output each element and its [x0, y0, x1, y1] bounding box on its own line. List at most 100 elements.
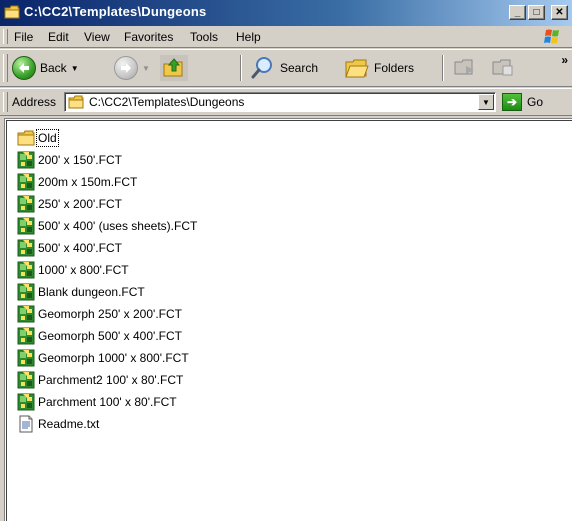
toolbar-separator	[240, 55, 242, 81]
menu-tools[interactable]: Tools	[190, 30, 218, 44]
minimize-icon: _	[514, 6, 521, 18]
file-name: Old	[36, 129, 59, 147]
back-dropdown-icon[interactable]: ▼	[71, 64, 79, 73]
fct-file-icon	[17, 261, 35, 279]
explorer-window: C:\CC2\Templates\Dungeons _ □ ✕ File Edi…	[0, 0, 572, 521]
back-button[interactable]: Back ▼	[12, 54, 79, 82]
maximize-icon: □	[533, 6, 540, 18]
file-list-item[interactable]: 500' x 400'.FCT	[17, 237, 198, 259]
menu-edit[interactable]: Edit	[48, 30, 69, 44]
menu-bar: File Edit View Favorites Tools Help	[0, 26, 572, 48]
file-list: Old 200' x 150'.FCT 200m x 150m.FCT 250' x …	[17, 127, 198, 435]
standard-toolbar: Back ▼ ▼ Search Folders »	[0, 49, 572, 87]
file-list-item[interactable]: 500' x 400' (uses sheets).FCT	[17, 215, 198, 237]
menu-view[interactable]: View	[84, 30, 110, 44]
up-folder-button[interactable]	[160, 54, 188, 82]
fct-file-icon	[17, 283, 35, 301]
file-list-item[interactable]: 250' x 200'.FCT	[17, 193, 198, 215]
folders-label: Folders	[374, 61, 415, 75]
menu-help[interactable]: Help	[236, 30, 261, 44]
address-value: C:\CC2\Templates\Dungeons	[89, 95, 245, 109]
folders-icon	[345, 59, 369, 78]
file-name: 200' x 150'.FCT	[38, 153, 122, 167]
address-bar: Address C:\CC2\Templates\Dungeons ▼ ➔ Go	[0, 88, 572, 116]
file-list-item[interactable]: 1000' x 800'.FCT	[17, 259, 198, 281]
file-name: 1000' x 800'.FCT	[38, 263, 129, 277]
copy-to-icon	[492, 59, 513, 76]
menu-file[interactable]: File	[14, 30, 33, 44]
fct-file-icon	[17, 305, 35, 323]
folder-icon	[4, 5, 20, 19]
file-list-item[interactable]: Parchment 100' x 80'.FCT	[17, 391, 198, 413]
caption-buttons: _ □ ✕	[509, 5, 568, 20]
toolbar-overflow-chevron-icon[interactable]: »	[561, 53, 568, 67]
close-button[interactable]: ✕	[551, 5, 568, 20]
forward-dropdown-icon[interactable]: ▼	[142, 64, 150, 73]
fct-file-icon	[17, 195, 35, 213]
window-title: C:\CC2\Templates\Dungeons	[24, 4, 207, 19]
up-folder-icon	[160, 55, 188, 81]
back-arrow-icon	[12, 56, 36, 80]
text-file-icon	[17, 415, 35, 433]
go-label: Go	[527, 95, 544, 109]
move-to-button[interactable]	[452, 54, 478, 82]
file-name: Geomorph 1000' x 800'.FCT	[38, 351, 189, 365]
address-grip[interactable]	[3, 92, 8, 112]
file-name: 500' x 400'.FCT	[38, 241, 122, 255]
file-name: 500' x 400' (uses sheets).FCT	[38, 219, 198, 233]
menu-favorites-label: Favorites	[124, 30, 174, 44]
fct-file-icon	[17, 173, 35, 191]
file-name: Geomorph 250' x 200'.FCT	[38, 307, 182, 321]
folders-button[interactable]: Folders	[344, 54, 414, 82]
menu-view-label: View	[84, 30, 110, 44]
forward-button[interactable]: ▼	[114, 54, 150, 82]
address-label: Address	[12, 95, 57, 109]
file-list-item[interactable]: Readme.txt	[17, 413, 198, 435]
menu-grip[interactable]	[3, 29, 8, 44]
file-list-item[interactable]: Parchment2 100' x 80'.FCT	[17, 369, 198, 391]
fct-file-icon	[17, 327, 35, 345]
search-icon	[251, 57, 272, 79]
maximize-button[interactable]: □	[528, 5, 545, 20]
go-arrow-icon: ➔	[502, 93, 522, 111]
menu-tools-label: Tools	[190, 30, 219, 44]
minimize-button[interactable]: _	[509, 5, 526, 20]
menu-edit-label: Edit	[48, 30, 69, 44]
toolbar-separator-2	[442, 55, 444, 81]
file-list-item[interactable]: Old	[17, 127, 198, 149]
go-button[interactable]: ➔ Go	[502, 92, 543, 112]
search-label: Search	[280, 61, 319, 75]
search-button[interactable]: Search	[250, 54, 318, 82]
address-input[interactable]: C:\CC2\Templates\Dungeons ▼	[64, 92, 496, 112]
folder-icon	[17, 129, 35, 147]
fct-file-icon	[17, 393, 35, 411]
back-label: Back	[40, 61, 67, 75]
file-name: Parchment 100' x 80'.FCT	[38, 395, 177, 409]
forward-arrow-icon	[114, 56, 138, 80]
file-list-item[interactable]: Geomorph 250' x 200'.FCT	[17, 303, 198, 325]
file-list-item[interactable]: Geomorph 1000' x 800'.FCT	[17, 347, 198, 369]
fct-file-icon	[17, 217, 35, 235]
fct-file-icon	[17, 371, 35, 389]
folder-icon	[68, 95, 84, 109]
copy-to-button[interactable]	[490, 54, 516, 82]
file-list-item[interactable]: 200m x 150m.FCT	[17, 171, 198, 193]
address-dropdown-icon[interactable]: ▼	[478, 94, 494, 110]
fct-file-icon	[17, 239, 35, 257]
file-name: Readme.txt	[38, 417, 100, 431]
file-name: Geomorph 500' x 400'.FCT	[38, 329, 182, 343]
fct-file-icon	[17, 349, 35, 367]
title-bar[interactable]: C:\CC2\Templates\Dungeons _ □ ✕	[0, 0, 572, 26]
menu-file-label: File	[14, 30, 34, 44]
file-list-item[interactable]: Blank dungeon.FCT	[17, 281, 198, 303]
close-icon: ✕	[555, 6, 564, 18]
file-list-item[interactable]: Geomorph 500' x 400'.FCT	[17, 325, 198, 347]
fct-file-icon	[17, 151, 35, 169]
file-list-pane[interactable]: Old 200' x 150'.FCT 200m x 150m.FCT 250' x …	[4, 118, 572, 521]
menu-favorites[interactable]: Favorites	[124, 30, 173, 44]
file-name: Blank dungeon.FCT	[38, 285, 145, 299]
menu-help-label: Help	[236, 30, 261, 44]
move-to-icon	[454, 59, 474, 75]
file-list-item[interactable]: 200' x 150'.FCT	[17, 149, 198, 171]
toolbar-grip[interactable]	[3, 54, 8, 82]
